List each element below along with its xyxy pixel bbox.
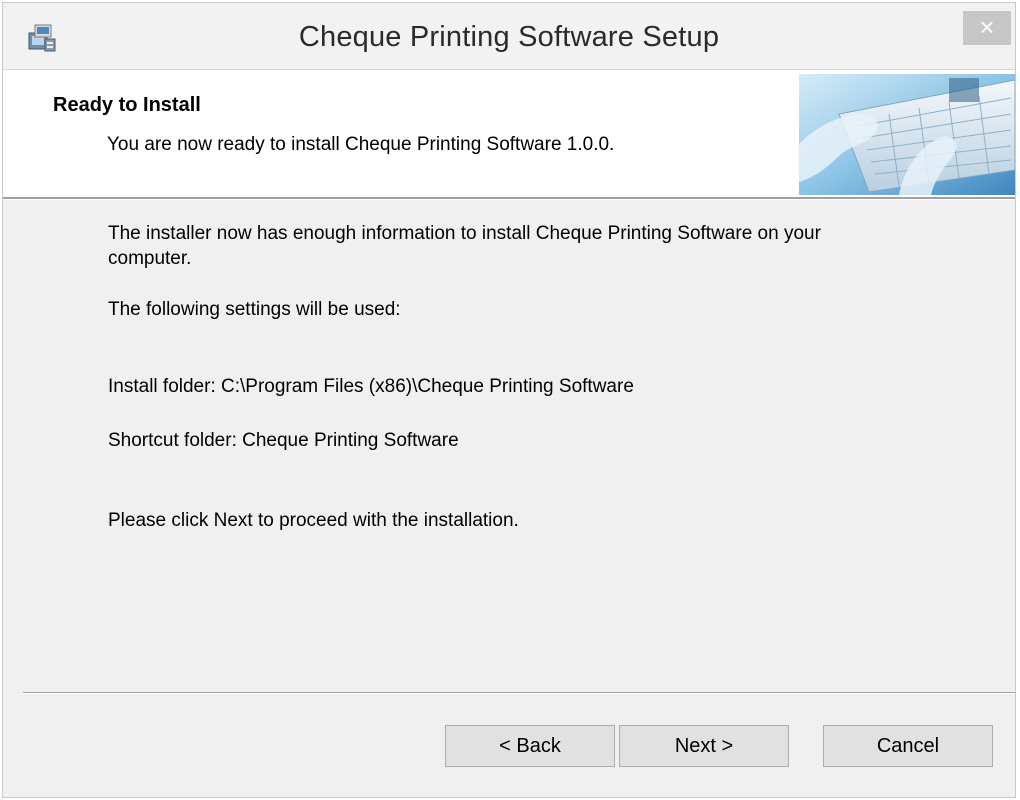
window-title: Cheque Printing Software Setup [298,21,720,53]
intro-line-1: The installer now has enough information… [108,223,821,244]
close-button[interactable]: × [963,11,1011,45]
header-separator [3,197,1015,200]
button-separator [23,692,1015,694]
keyboard-hands-image [799,74,1015,195]
next-button[interactable]: Next > [619,725,789,767]
page-title: Ready to Install [53,94,201,116]
page-subtitle: You are now ready to install Cheque Prin… [107,134,615,155]
title-bar: Cheque Printing Software Setup × [3,3,1015,69]
setup-window: Cheque Printing Software Setup × Ready t… [2,2,1016,798]
cancel-button[interactable]: Cancel [823,725,993,767]
intro-line-2: computer. [108,248,192,269]
shortcut-folder-text: Shortcut folder: Cheque Printing Softwar… [108,430,459,451]
proceed-instruction: Please click Next to proceed with the in… [108,510,519,531]
settings-intro: The following settings will be used: [108,299,401,320]
header-banner: Ready to Install You are now ready to in… [3,69,1015,198]
back-button[interactable]: < Back [445,725,615,767]
install-folder-text: Install folder: C:\Program Files (x86)\C… [108,376,634,397]
